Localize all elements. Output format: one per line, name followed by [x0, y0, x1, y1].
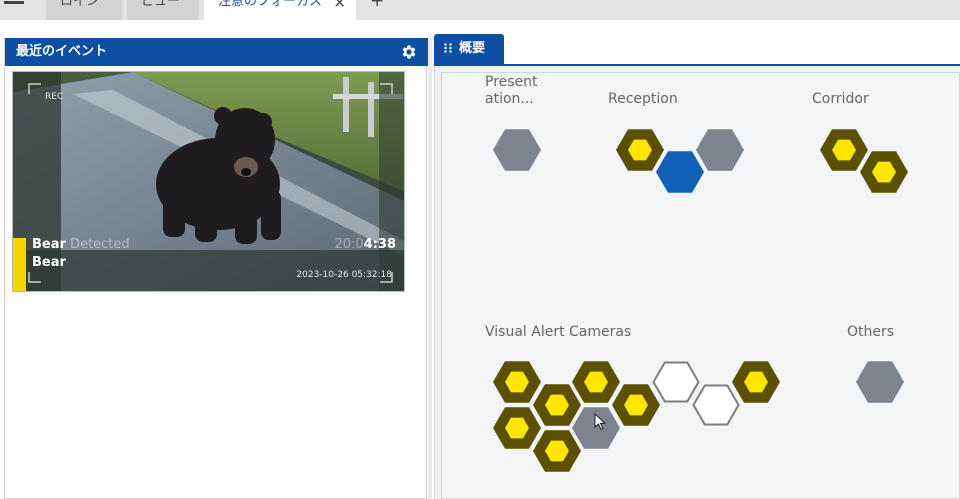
camera-hex-reception[interactable] [616, 129, 664, 171]
camera-hex-visual-alert[interactable] [493, 407, 541, 449]
camera-hex-reception[interactable] [696, 129, 744, 171]
camera-hex-corridor[interactable] [860, 151, 908, 193]
camera-hex-visual-alert[interactable] [572, 407, 620, 449]
camera-hex-others[interactable] [856, 361, 904, 403]
camera-hex-presentation[interactable] [493, 129, 541, 171]
camera-hex-visual-alert[interactable] [732, 361, 780, 403]
camera-hex-reception[interactable] [656, 151, 704, 193]
camera-hex-visual-alert[interactable] [692, 384, 740, 426]
camera-hex-visual-alert[interactable] [612, 384, 660, 426]
camera-hex-visual-alert[interactable] [572, 361, 620, 403]
camera-hex-visual-alert[interactable] [533, 384, 581, 426]
camera-hex-visual-alert[interactable] [493, 361, 541, 403]
camera-hex-visual-alert[interactable] [652, 361, 700, 403]
camera-hex-corridor[interactable] [820, 129, 868, 171]
camera-hex-map [493, 129, 908, 472]
camera-hex-visual-alert[interactable] [533, 430, 581, 472]
